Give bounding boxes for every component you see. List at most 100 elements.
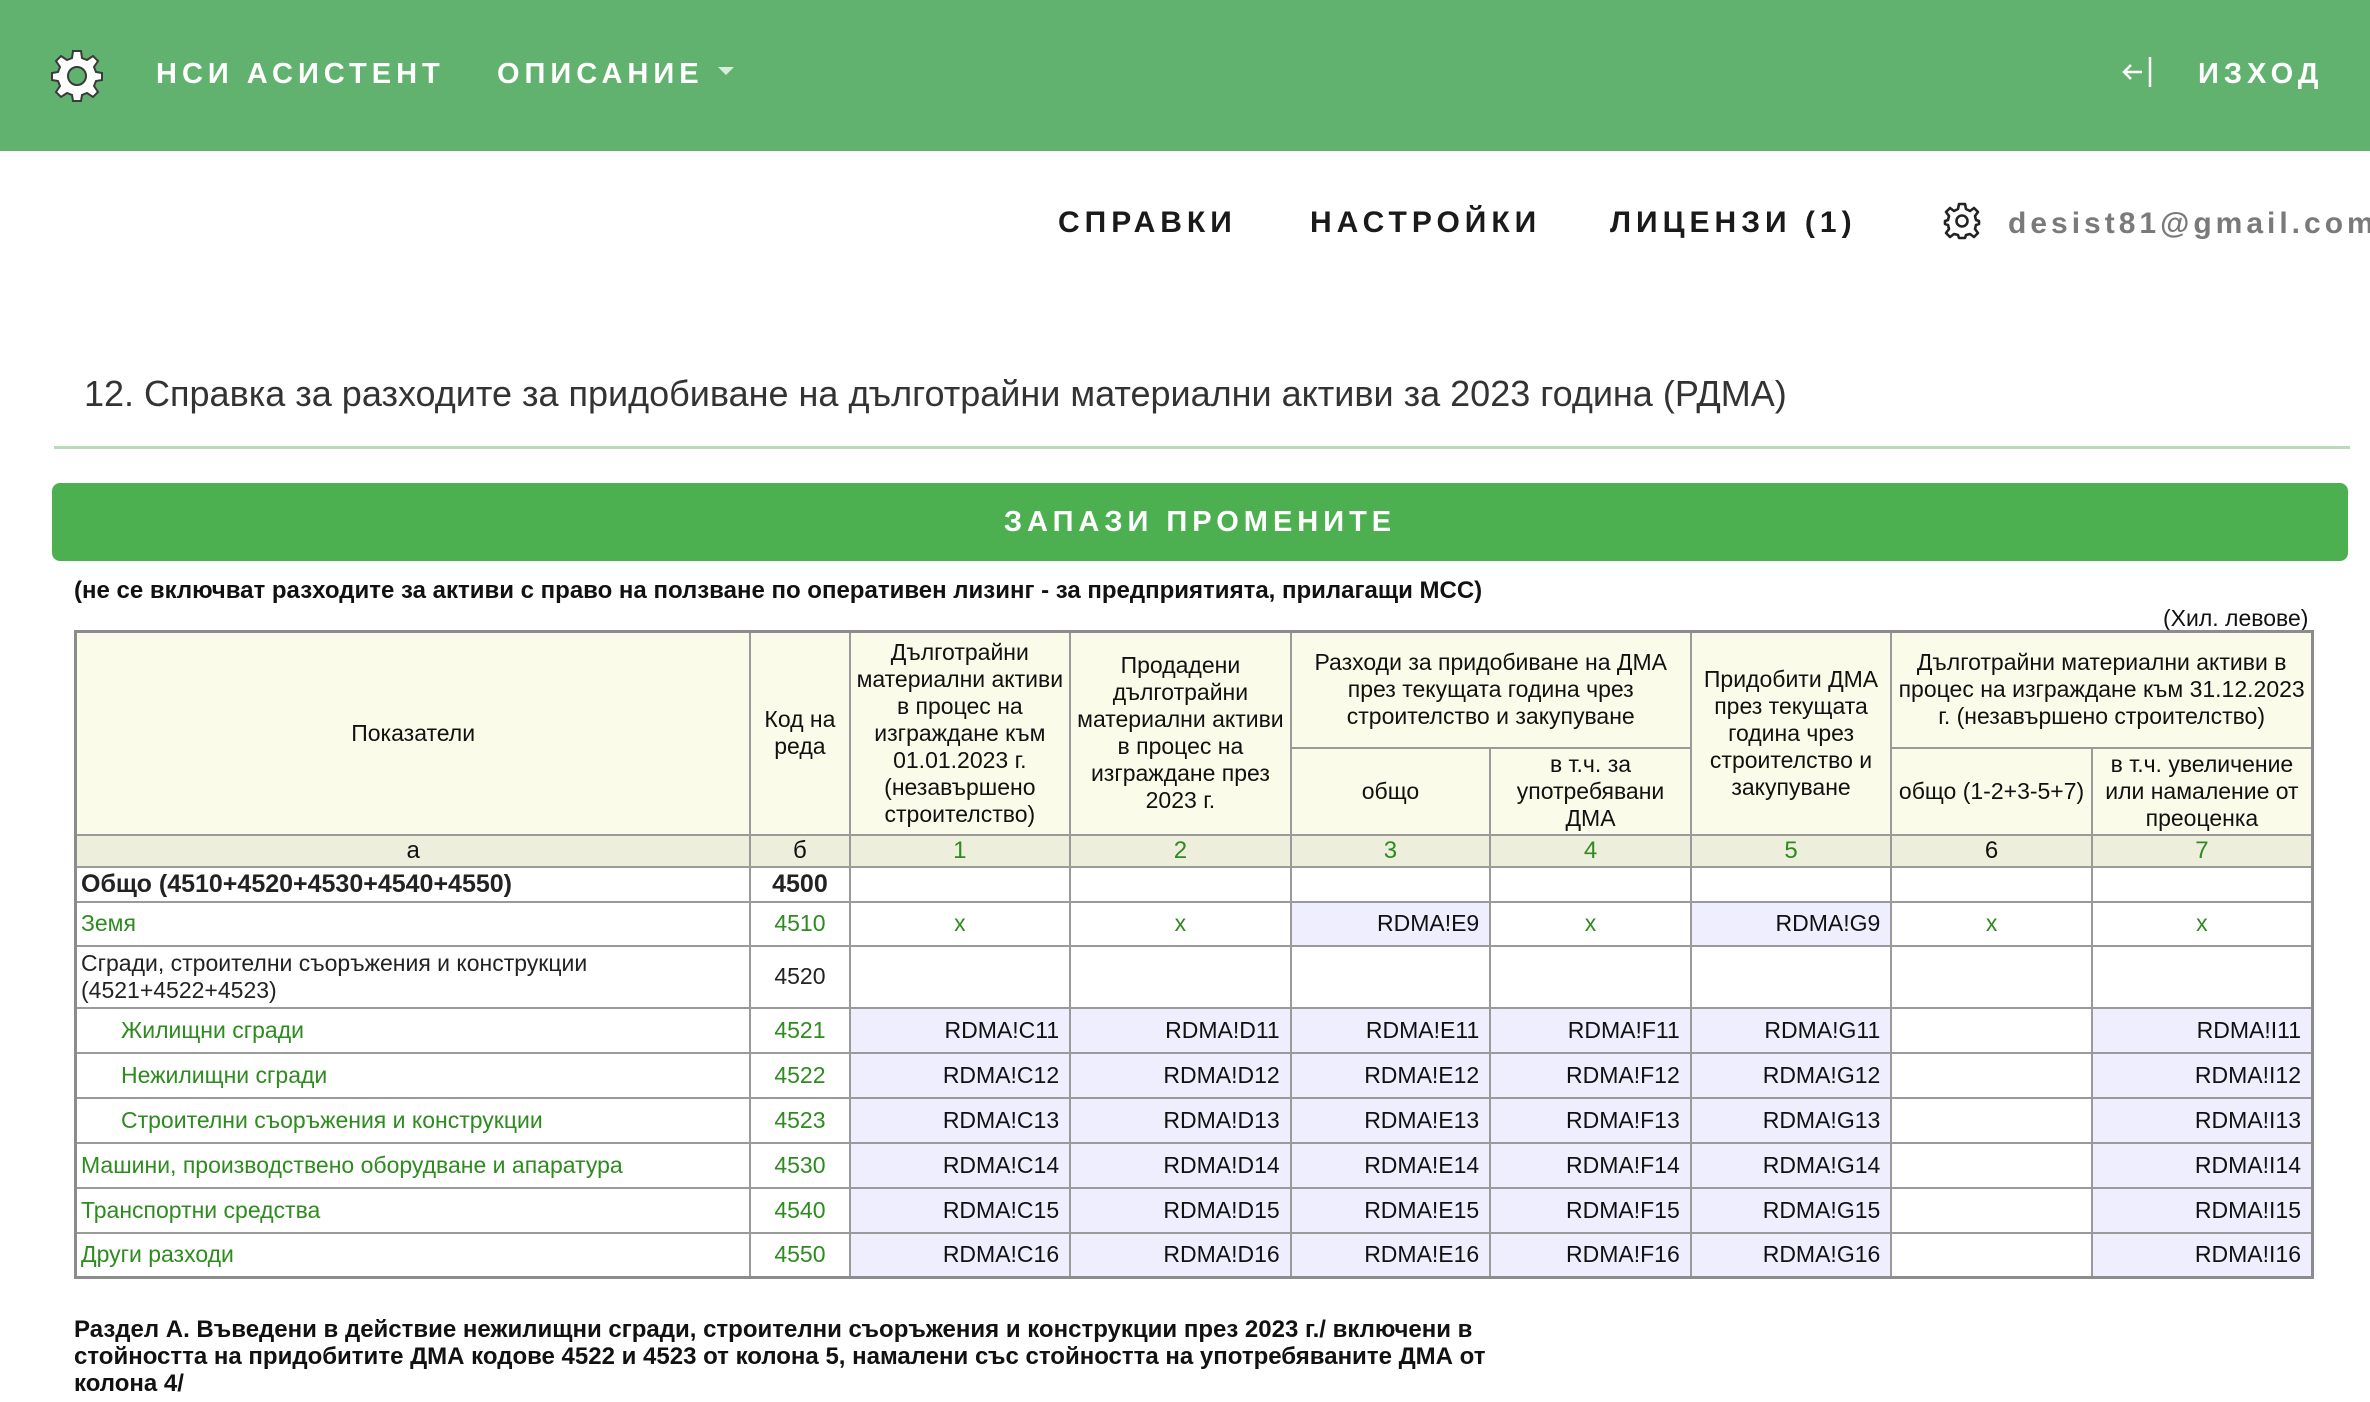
input-cell-c2[interactable]: RDMA!D16 [1069,1231,1292,1279]
brand-link[interactable]: НСИ АСИСТЕНТ [156,56,445,92]
row-label: Жилищни сгради [74,1006,752,1054]
input-cell-c2[interactable]: RDMA!D14 [1069,1141,1292,1189]
cell-c6: x [1890,900,2093,947]
table-row: Сгради, строителни съоръжения и конструк… [74,944,2314,1009]
row-label: Нежилищни сгради [74,1051,752,1099]
description-dropdown[interactable]: ОПИСАНИЕ [497,56,734,92]
input-cell-c2[interactable]: RDMA!D11 [1069,1006,1292,1054]
input-cell-c1[interactable]: RDMA!C14 [848,1141,1072,1189]
row-code: 4530 [749,1141,851,1189]
menu-reports[interactable]: СПРАВКИ [1058,204,1237,242]
input-cell-c5[interactable]: RDMA!G12 [1689,1051,1893,1099]
row-code: 4540 [749,1186,851,1234]
input-cell-c5[interactable]: RDMA!G9 [1689,900,1893,947]
input-cell-c2[interactable]: RDMA!D15 [1069,1186,1292,1234]
input-cell-c1[interactable]: RDMA!C11 [848,1006,1072,1054]
header-col-3-4-group: Разходи за придобиване на ДМА през текущ… [1289,630,1692,749]
header-col-6: общо (1-2+3-5+7) [1890,746,2093,836]
description-label: ОПИСАНИЕ [497,58,704,90]
row-label: Машини, производствено оборудване и апар… [74,1141,752,1189]
input-cell-c5[interactable]: RDMA!G15 [1689,1186,1893,1234]
row-code: 4523 [749,1096,851,1144]
table-row: Жилищни сгради 4521 RDMA!C11 RDMA!D11 RD… [74,1006,2314,1054]
cell-c6 [1890,1051,2093,1099]
input-cell-c1[interactable]: RDMA!C15 [848,1186,1072,1234]
input-cell-c7[interactable]: RDMA!I11 [2090,1006,2314,1054]
col-number: 5 [1689,833,1893,868]
cell-c6 [1890,1186,2093,1234]
gear-logo-icon[interactable] [50,49,104,103]
input-cell-c4[interactable]: RDMA!F16 [1489,1231,1692,1279]
input-cell-c4[interactable]: RDMA!F14 [1489,1141,1692,1189]
logout-icon[interactable] [2120,52,2156,92]
settings-gear-icon[interactable] [1941,200,1983,242]
cell-c4 [1489,944,1692,1009]
row-label: Транспортни средства [74,1186,752,1234]
row-label: Строителни съоръжения и конструкции [74,1096,752,1144]
cell-c1 [848,865,1072,903]
cell-c6 [1890,944,2093,1009]
input-cell-c7[interactable]: RDMA!I15 [2090,1186,2314,1234]
input-cell-c7[interactable]: RDMA!I14 [2090,1141,2314,1189]
cell-c2 [1069,944,1292,1009]
input-cell-c7[interactable]: RDMA!I12 [2090,1051,2314,1099]
input-cell-c3[interactable]: RDMA!E12 [1289,1051,1492,1099]
cell-c4: x [1489,900,1692,947]
header-col-3: общо [1289,746,1492,836]
input-cell-c3[interactable]: RDMA!E15 [1289,1186,1492,1234]
table-row: Земя 4510 x x RDMA!E9 x RDMA!G9 x x [74,900,2314,947]
row-code: 4522 [749,1051,851,1099]
input-cell-c3[interactable]: RDMA!E13 [1289,1096,1492,1144]
input-cell-c7[interactable]: RDMA!I16 [2090,1231,2314,1279]
table-row: Транспортни средства 4540 RDMA!C15 RDMA!… [74,1186,2314,1234]
input-cell-c5[interactable]: RDMA!G16 [1689,1231,1893,1279]
col-number: а [74,833,752,868]
top-navbar: НСИ АСИСТЕНТ ОПИСАНИЕ ИЗХОД [0,0,2370,151]
input-cell-c3[interactable]: RDMA!E9 [1289,900,1492,947]
logout-button[interactable]: ИЗХОД [2198,56,2323,92]
input-cell-c5[interactable]: RDMA!G14 [1689,1141,1893,1189]
input-cell-c2[interactable]: RDMA!D13 [1069,1096,1292,1144]
cell-c6 [1890,1096,2093,1144]
col-number: 4 [1489,833,1692,868]
save-changes-button[interactable]: ЗАПАЗИ ПРОМЕНИТЕ [52,483,2348,561]
cell-c3 [1289,944,1492,1009]
input-cell-c1[interactable]: RDMA!C12 [848,1051,1072,1099]
page-title: 12. Справка за разходите за придобиване … [84,373,1787,414]
input-cell-c1[interactable]: RDMA!C16 [848,1231,1072,1279]
header-code: Код на реда [749,630,851,836]
row-code: 4500 [749,865,851,903]
units-label: (Хил. левове) [2163,605,2309,631]
input-cell-c5[interactable]: RDMA!G13 [1689,1096,1893,1144]
input-cell-c4[interactable]: RDMA!F15 [1489,1186,1692,1234]
row-code: 4520 [749,944,851,1009]
col-number: 7 [2090,833,2314,868]
row-code: 4521 [749,1006,851,1054]
input-cell-c1[interactable]: RDMA!C13 [848,1096,1072,1144]
row-code: 4510 [749,900,851,947]
cell-c5 [1689,865,1893,903]
cell-c7: x [2090,900,2314,947]
input-cell-c7[interactable]: RDMA!I13 [2090,1096,2314,1144]
row-label: Общо (4510+4520+4530+4540+4550) [74,865,752,903]
exclusion-note: (не се включват разходите за активи с пр… [74,577,1483,604]
header-col-5: Придобити ДМА през текущата година чрез … [1689,630,1893,836]
user-email[interactable]: desist81@gmail.com [2008,206,2370,242]
input-cell-c3[interactable]: RDMA!E11 [1289,1006,1492,1054]
input-cell-c4[interactable]: RDMA!F11 [1489,1006,1692,1054]
header-col-6-7-group: Дълготрайни материални активи в процес н… [1890,630,2314,749]
input-cell-c5[interactable]: RDMA!G11 [1689,1006,1893,1054]
input-cell-c3[interactable]: RDMA!E14 [1289,1141,1492,1189]
cell-c2: x [1069,900,1292,947]
cell-c1 [848,944,1072,1009]
menu-settings[interactable]: НАСТРОЙКИ [1310,204,1541,242]
menu-licenses[interactable]: ЛИЦЕНЗИ (1) [1610,204,1857,242]
cell-c7 [2090,865,2314,903]
input-cell-c3[interactable]: RDMA!E16 [1289,1231,1492,1279]
input-cell-c2[interactable]: RDMA!D12 [1069,1051,1292,1099]
table-row: Други разходи 4550 RDMA!C16 RDMA!D16 RDM… [74,1231,2314,1279]
column-numbers-row: а б 1 2 3 4 5 6 7 [74,833,2314,868]
input-cell-c4[interactable]: RDMA!F12 [1489,1051,1692,1099]
col-number: 2 [1069,833,1292,868]
input-cell-c4[interactable]: RDMA!F13 [1489,1096,1692,1144]
